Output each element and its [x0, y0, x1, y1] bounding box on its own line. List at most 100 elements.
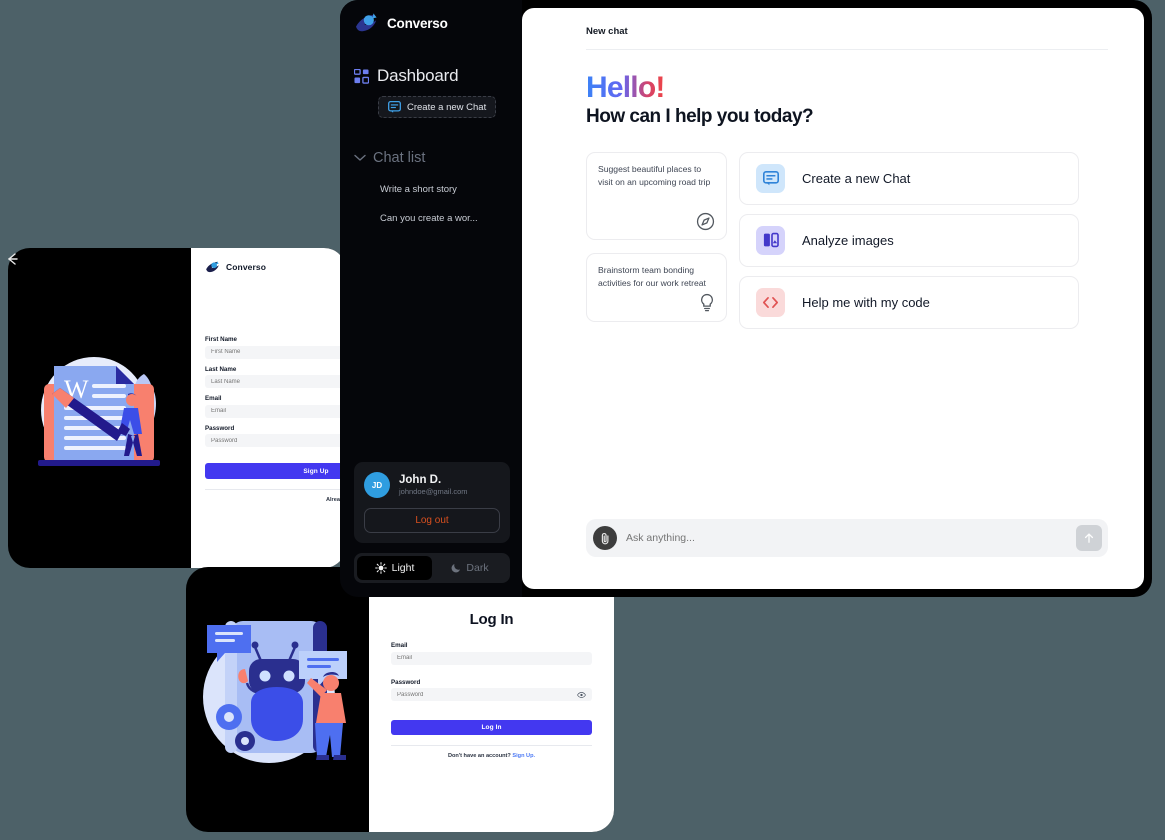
avatar: JD: [364, 472, 390, 498]
sidebar-item-dashboard[interactable]: Dashboard: [354, 66, 510, 86]
sidebar-chat-list-header[interactable]: Chat list: [354, 150, 510, 166]
suggestion-text: Brainstorm team bonding activities for o…: [598, 264, 706, 288]
eye-icon[interactable]: [577, 691, 586, 698]
login-footer-text: Don't have an account?: [447, 753, 511, 759]
cards-area: Suggest beautiful places to visit on an …: [586, 151, 1108, 329]
signup-illustration-pane: W: [8, 248, 184, 568]
sidebar-chat-list-label: Chat list: [373, 150, 426, 166]
converso-bird-logo-icon: [206, 261, 219, 273]
sidebar-chat-item[interactable]: Write a short story: [380, 184, 510, 195]
chat-panel: New chat Hello! How can I help you today…: [522, 8, 1144, 589]
code-brackets-icon: [756, 287, 785, 317]
login-email-label: Email: [391, 642, 408, 649]
image-analyze-icon: [756, 225, 785, 255]
brand: Converso: [354, 12, 510, 34]
sun-icon: [374, 562, 387, 574]
suggestion-card[interactable]: Suggest beautiful places to visit on an …: [586, 151, 727, 240]
login-footer: Don't have an account? Sign Up.: [391, 753, 592, 759]
password-input[interactable]: [205, 434, 346, 447]
chat-topbar-title: New chat: [586, 26, 628, 37]
theme-light-label: Light: [391, 562, 415, 574]
login-window: Log In Email Password Log In Don't have …: [186, 567, 614, 832]
signup-field-email: Email: [205, 395, 346, 418]
login-field-email: Email: [391, 642, 592, 665]
theme-light-option[interactable]: Light: [357, 556, 432, 580]
sidebar-create-new-chat-button[interactable]: Create a new Chat: [378, 96, 497, 118]
chat-bubble-icon: [756, 163, 785, 193]
attach-file-button[interactable]: [593, 526, 617, 550]
user-email: johndoe@gmail.com: [399, 487, 468, 497]
lightbulb-icon: [701, 293, 713, 311]
signup-title: Sign Up: [205, 312, 346, 329]
app-window: Converso Dashboard Create a new Chat Cha…: [340, 0, 1152, 597]
signup-brand: Converso: [205, 260, 346, 274]
login-field-password: Password: [391, 678, 592, 701]
login-title: Log In: [469, 611, 514, 628]
chat-bubble-icon: [388, 101, 401, 113]
chevron-down-icon: [354, 154, 366, 161]
chat-topbar-divider: [586, 49, 1108, 50]
login-password-wrap: [391, 688, 592, 701]
email-input[interactable]: [205, 404, 346, 418]
back-arrow-icon[interactable]: [6, 252, 20, 266]
moon-icon: [451, 563, 461, 572]
theme-toggle: Light Dark: [354, 553, 510, 583]
action-card-analyze-images[interactable]: Analyze images: [739, 213, 1079, 267]
suggestion-card[interactable]: Brainstorm team bonding activities for o…: [586, 252, 727, 322]
sidebar: Converso Dashboard Create a new Chat Cha…: [340, 0, 522, 597]
action-column: Create a new Chat Analyze images Help me…: [739, 151, 1079, 329]
first-name-label: First Name: [205, 336, 237, 343]
login-illustration-pane: [186, 567, 372, 832]
theme-dark-option[interactable]: Dark: [432, 556, 507, 580]
signup-window: W Converso First Name First Name Last Na…: [8, 248, 346, 568]
theme-dark-label: Dark: [466, 562, 489, 574]
signup-field-last-name: Last Name: [205, 365, 346, 388]
action-card-help-with-code[interactable]: Help me with my code: [739, 275, 1079, 329]
email-label: Email: [205, 395, 222, 402]
login-password-label: Password: [391, 678, 421, 686]
last-name-input[interactable]: [205, 375, 346, 388]
user-identity: John D. johndoe@gmail.com: [399, 473, 467, 498]
action-label: Help me with my code: [802, 294, 930, 310]
action-label: Create a new Chat: [802, 170, 911, 186]
signup-card: Converso Sign Up First Name Last Name Em…: [191, 248, 346, 568]
signup-field-password: Password: [205, 424, 346, 447]
chat-input[interactable]: [626, 532, 1067, 544]
action-label: Analyze images: [802, 232, 894, 248]
sidebar-create-new-chat-label: Create a new Chat: [407, 101, 487, 113]
suggestion-column: Suggest beautiful places to visit on an …: [586, 151, 727, 329]
login-submit-button[interactable]: Log In: [391, 720, 592, 735]
arrow-up-icon: [1084, 533, 1094, 543]
login-email-input[interactable]: [391, 651, 592, 665]
user-row: JD John D. johndoe@gmail.com: [364, 472, 500, 498]
greeting-subheading: How can I help you today?: [586, 105, 814, 127]
sidebar-dashboard-label: Dashboard: [377, 66, 459, 85]
sidebar-chat-item[interactable]: Can you create a wor...: [380, 213, 510, 224]
chatbot-robot-illustration: [203, 620, 347, 763]
last-name-label: Last Name: [205, 365, 237, 373]
login-card: Log In Email Password Log In Don't have …: [369, 595, 614, 832]
first-name-input[interactable]: [205, 345, 346, 359]
logout-button[interactable]: Log out: [364, 508, 500, 533]
composer: [586, 519, 1108, 557]
paperclip-icon: [601, 532, 608, 544]
signup-submit-button[interactable]: Sign Up: [205, 463, 346, 479]
action-card-create-new-chat[interactable]: Create a new Chat: [739, 151, 1079, 205]
signup-link[interactable]: Sign Up.: [512, 753, 535, 759]
signup-brand-name: Converso: [226, 262, 267, 272]
converso-bird-logo-icon: [356, 13, 377, 32]
login-password-input[interactable]: [391, 688, 592, 701]
greeting-heading: Hello!: [586, 71, 665, 104]
brand-name: Converso: [387, 15, 448, 31]
user-name: John D.: [399, 473, 442, 486]
signup-divider: [205, 489, 346, 490]
compass-icon: [696, 212, 715, 230]
suggestion-text: Suggest beautiful places to visit on an …: [598, 163, 711, 187]
grid-dashboard-icon: [354, 68, 369, 84]
signup-field-first-name: First Name: [205, 336, 346, 359]
password-label: Password: [205, 424, 235, 432]
login-divider: [391, 745, 592, 746]
document-writing-illustration: W: [38, 357, 160, 466]
send-button[interactable]: [1076, 525, 1102, 551]
